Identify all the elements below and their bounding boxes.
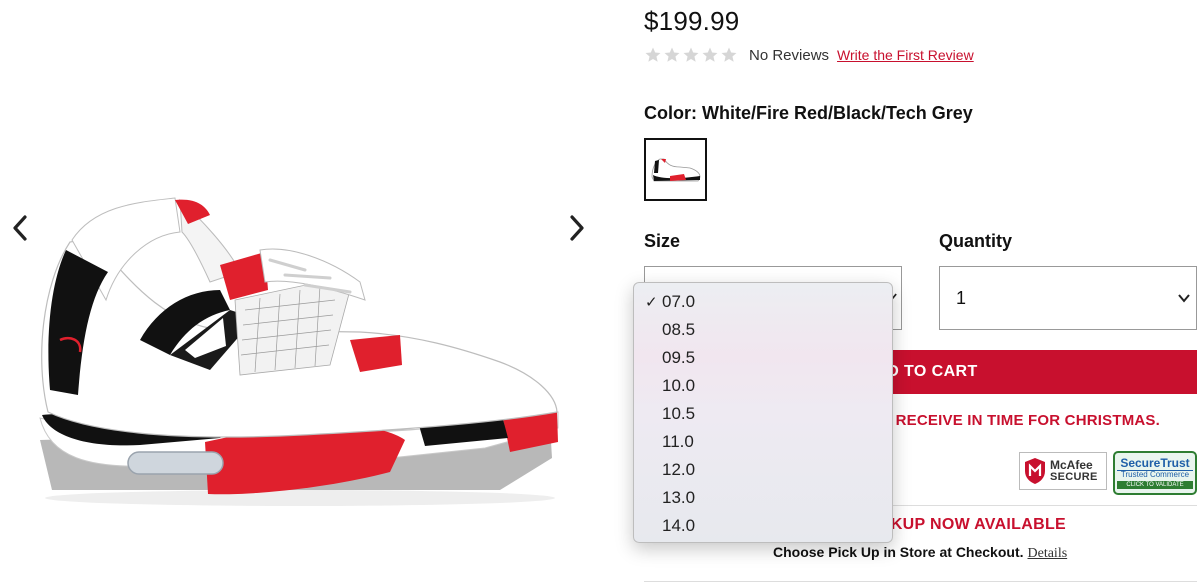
chevron-down-icon bbox=[1178, 294, 1190, 303]
securetrust-badge[interactable]: SecureTrust Trusted Commerce CLICK TO VA… bbox=[1113, 451, 1197, 495]
size-option-label: 14.0 bbox=[662, 516, 696, 535]
mcafee-line1: McAfee bbox=[1050, 457, 1093, 472]
size-option-label: 09.5 bbox=[662, 348, 696, 367]
size-label: Size bbox=[644, 231, 681, 251]
mcafee-line2: SECURE bbox=[1050, 470, 1098, 483]
checkmark-icon: ✓ bbox=[645, 293, 658, 311]
mcafee-secure-badge[interactable]: McAfee SECURE bbox=[1019, 452, 1107, 490]
color-swatch[interactable] bbox=[644, 138, 707, 201]
size-option[interactable]: 13.0 bbox=[634, 484, 892, 512]
size-option[interactable]: 14.0 bbox=[634, 512, 892, 540]
pickup-title: KUP NOW AVAILABLE bbox=[890, 516, 1066, 533]
size-option-label: 08.5 bbox=[662, 320, 696, 339]
no-reviews-label: No Reviews bbox=[749, 46, 830, 64]
rating-stars bbox=[644, 46, 738, 64]
chevron-right-icon bbox=[570, 215, 584, 241]
star-icon bbox=[683, 47, 699, 62]
chevron-left-icon bbox=[13, 215, 27, 241]
size-option[interactable]: 08.5 bbox=[634, 316, 892, 344]
quantity-select[interactable]: 1 bbox=[939, 266, 1197, 330]
securetrust-line2: Trusted Commerce bbox=[1117, 470, 1193, 479]
securetrust-line3: CLICK TO VALIDATE bbox=[1117, 480, 1193, 490]
size-option-label: 12.0 bbox=[662, 460, 696, 479]
mcafee-shield-icon bbox=[1025, 458, 1045, 484]
size-option-label: 13.0 bbox=[662, 488, 696, 507]
size-option-label: 11.0 bbox=[662, 432, 694, 451]
christmas-delivery-notice: RECEIVE IN TIME FOR CHRISTMAS. bbox=[895, 412, 1160, 429]
color-label: Color: White/Fire Red/Black/Tech Grey bbox=[644, 103, 973, 123]
rating-row: No Reviews Write the First Review bbox=[644, 46, 974, 64]
pickup-text: Choose Pick Up in Store at Checkout. bbox=[773, 544, 1024, 560]
star-icon bbox=[721, 47, 737, 62]
size-option[interactable]: 10.0 bbox=[634, 372, 892, 400]
quantity-label: Quantity bbox=[939, 231, 1013, 251]
pickup-details-link[interactable]: Details bbox=[1028, 546, 1068, 562]
star-icon bbox=[702, 47, 718, 62]
security-badges: McAfee SECURE SecureTrust Trusted Commer… bbox=[1019, 451, 1197, 495]
size-option[interactable]: 11.0 bbox=[634, 428, 892, 456]
size-option-label: 07.0 bbox=[662, 292, 696, 311]
size-option-label: 10.5 bbox=[662, 404, 696, 423]
pickup-info: Choose Pick Up in Store at Checkout. Det… bbox=[773, 544, 1067, 562]
sneaker-thumbnail-icon bbox=[651, 158, 700, 181]
section-divider bbox=[644, 581, 1197, 582]
size-option[interactable]: 12.0 bbox=[634, 456, 892, 484]
size-option-label: 10.0 bbox=[662, 376, 696, 395]
gallery-next-button[interactable] bbox=[562, 210, 592, 246]
star-icon bbox=[664, 47, 680, 62]
securetrust-line1: SecureTrust bbox=[1120, 455, 1190, 470]
quantity-value: 1 bbox=[956, 288, 967, 308]
size-option[interactable]: 10.5 bbox=[634, 400, 892, 428]
size-dropdown-menu[interactable]: ✓ 07.0 08.5 09.5 10.0 10.5 11.0 12.0 13.0 14.0 bbox=[633, 282, 893, 543]
write-first-review-link[interactable]: Write the First Review bbox=[837, 47, 974, 63]
size-option[interactable]: 09.5 bbox=[634, 344, 892, 372]
product-price: $199.99 bbox=[644, 6, 740, 36]
product-image-sneaker bbox=[39, 197, 559, 506]
size-option[interactable]: ✓ 07.0 bbox=[634, 288, 892, 316]
product-gallery bbox=[0, 0, 600, 588]
star-icon bbox=[645, 47, 661, 62]
